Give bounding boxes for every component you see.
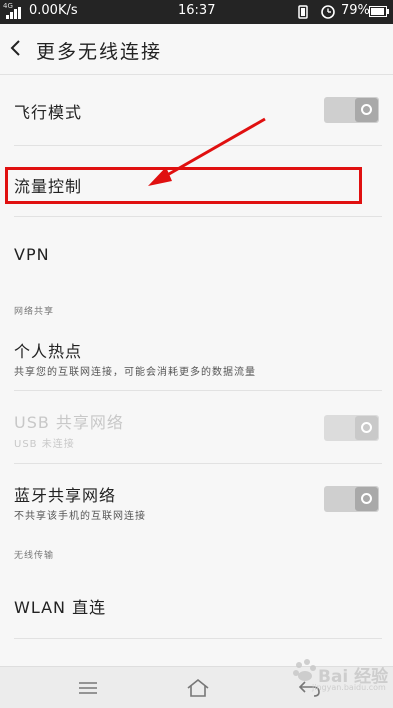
personal-hotspot-subtitle: 共享您的互联网连接，可能会消耗更多的数据流量	[14, 367, 256, 378]
bluetooth-tethering-row[interactable]: 蓝牙共享网络 不共享该手机的互联网连接	[0, 464, 393, 534]
airplane-mode-label: 飞行模式	[14, 103, 83, 122]
vpn-label: VPN	[14, 245, 50, 264]
section-label-wireless-transfer: 无线传输	[14, 551, 55, 561]
traffic-control-label: 流量控制	[14, 177, 83, 196]
screen: 4G 0.00K/s 16:37 79% 更多无线连接 飞行模式 流量控制 VP…	[0, 0, 393, 708]
usb-tethering-toggle	[324, 415, 379, 441]
status-clock: 16:37	[178, 3, 216, 18]
navigation-bar	[0, 666, 393, 708]
wlan-direct-label: WLAN 直连	[14, 598, 107, 617]
wlan-direct-row[interactable]: WLAN 直连	[0, 566, 393, 638]
bluetooth-tethering-label: 蓝牙共享网络	[14, 486, 117, 505]
vibrate-alarm-icon	[298, 5, 335, 19]
chevron-left-icon[interactable]	[9, 38, 23, 58]
battery-percentage: 79%	[341, 3, 370, 18]
signal-icon	[6, 7, 21, 19]
usb-tethering-row: USB 共享网络 USB 未连接	[0, 391, 393, 463]
network-speed: 0.00K/s	[29, 3, 78, 18]
toggle-knob	[355, 98, 378, 122]
usb-tethering-label: USB 共享网络	[14, 413, 124, 432]
traffic-control-row[interactable]: 流量控制	[0, 146, 393, 216]
personal-hotspot-label: 个人热点	[14, 342, 83, 361]
row-divider	[14, 638, 382, 639]
usb-tethering-subtitle: USB 未连接	[14, 439, 75, 450]
home-icon[interactable]	[185, 677, 211, 699]
toggle-knob	[355, 416, 378, 440]
header: 更多无线连接	[0, 24, 393, 74]
bluetooth-tethering-subtitle: 不共享该手机的互联网连接	[14, 511, 146, 522]
vpn-row[interactable]: VPN	[0, 217, 393, 291]
personal-hotspot-row[interactable]: 个人热点 共享您的互联网连接，可能会消耗更多的数据流量	[0, 322, 393, 390]
section-label-network-sharing: 网络共享	[14, 307, 55, 317]
toggle-knob	[355, 487, 378, 511]
back-arrow-icon[interactable]	[297, 677, 323, 699]
airplane-mode-row[interactable]: 飞行模式	[0, 75, 393, 145]
status-bar: 4G 0.00K/s 16:37 79%	[0, 0, 393, 24]
airplane-mode-toggle[interactable]	[324, 97, 379, 123]
menu-icon[interactable]	[75, 677, 101, 699]
page-title: 更多无线连接	[36, 41, 163, 63]
bluetooth-tethering-toggle[interactable]	[324, 486, 379, 512]
battery-icon	[369, 6, 389, 17]
